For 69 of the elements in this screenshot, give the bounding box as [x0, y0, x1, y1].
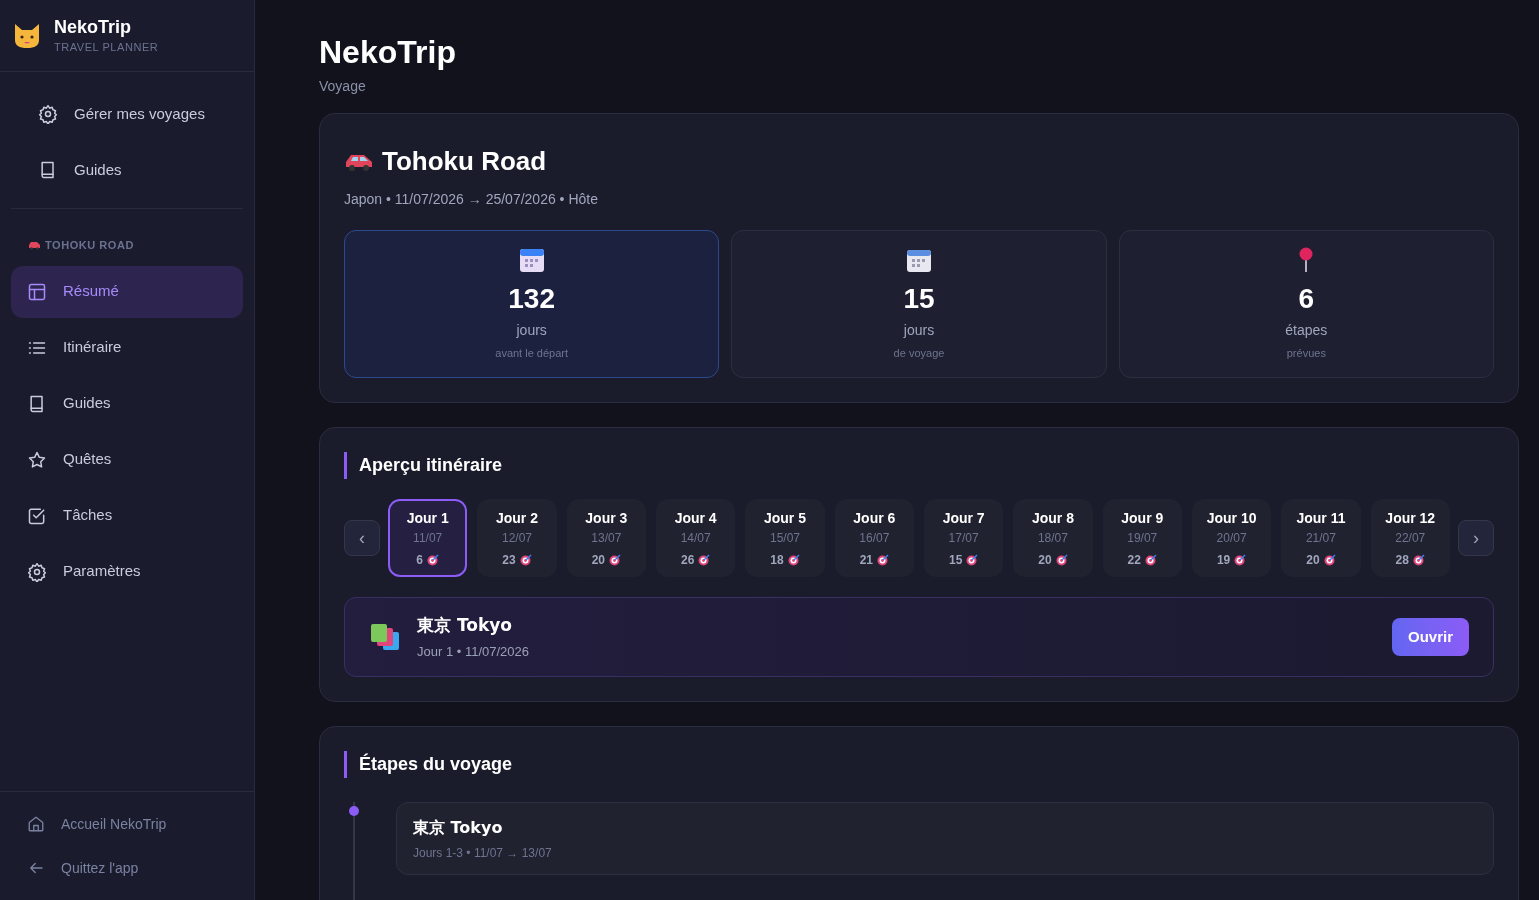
stat-value: 6 [1298, 281, 1315, 316]
target-icon [609, 553, 621, 566]
page-subtitle: Voyage [319, 77, 367, 96]
day-date: Jour 1 • 11/07/2026 [417, 643, 530, 661]
target-icon [519, 553, 532, 566]
cat-face-icon [12, 21, 42, 50]
pushpin-icon [1298, 246, 1315, 273]
day-tab[interactable]: Jour 4 14/07 26 [656, 499, 736, 577]
stat-caption: avant le départ [495, 345, 569, 361]
stage-dates: Jours 1-3 • 11/07 → 13/07 [413, 844, 553, 862]
stat-caption: de voyage [893, 345, 945, 361]
footer-link[interactable]: Accueil NekoTrip [11, 804, 243, 844]
previous-button[interactable]: ‹ [344, 520, 380, 556]
open-button[interactable]: Ouvrir [1392, 617, 1469, 657]
settings-icon [27, 561, 47, 582]
nav-item[interactable]: Paramètres [11, 545, 243, 598]
settings-icon [38, 104, 58, 124]
target-icon [787, 553, 800, 566]
section-title: Étapes du voyage [359, 752, 514, 776]
day-tab[interactable]: Jour 1 11/07 6 [388, 499, 468, 577]
day-tab[interactable]: Jour 11 21/07 20 [1281, 499, 1361, 577]
target-icon [427, 553, 439, 566]
target-icon [1323, 553, 1336, 566]
brand-name: NekoTrip [54, 16, 133, 39]
target-icon [1055, 553, 1068, 566]
nav-item[interactable]: Guides [22, 144, 232, 196]
target-icon [966, 553, 979, 566]
nav-item[interactable]: Gérer mes voyages [22, 88, 232, 140]
target-icon [698, 553, 711, 566]
footer-link[interactable]: Quittez l'app [11, 848, 243, 888]
stat-unit: étapes [1285, 320, 1328, 340]
page-title: NekoTrip [319, 33, 457, 72]
section-title: Aperçu itinéraire [359, 454, 504, 477]
day-tab[interactable]: Jour 2 12/07 23 [477, 499, 557, 577]
star-icon [27, 449, 47, 470]
day-tab[interactable]: Jour 6 16/07 21 [834, 499, 914, 577]
stat-caption: prévues [1286, 345, 1326, 361]
target-icon [877, 553, 889, 566]
target-icon [1144, 553, 1157, 566]
day-tab[interactable]: Jour 5 15/07 18 [745, 499, 825, 577]
day-tab[interactable]: Jour 7 17/07 15 [923, 499, 1004, 577]
stage-title: 東京 Tokyo [413, 816, 504, 839]
stat-unit: jours [516, 320, 547, 340]
trip-title: Tohoku Road [382, 145, 547, 178]
stat-unit: jours [903, 320, 935, 340]
nav-item[interactable]: Guides [11, 377, 243, 430]
day-tab[interactable]: Jour 12 22/07 28 [1370, 499, 1450, 577]
books-icon [369, 622, 401, 652]
stat-value: 132 [508, 281, 555, 316]
nav-item[interactable]: Itinéraire [11, 321, 243, 374]
target-icon [1234, 553, 1247, 566]
stat-value: 15 [903, 281, 935, 316]
target-icon [1412, 553, 1425, 566]
day-tab[interactable]: Jour 10 20/07 19 [1191, 499, 1272, 577]
nav-item[interactable]: Quêtes [11, 433, 243, 486]
day-destination: 東京 Tokyo [417, 613, 513, 637]
nav-item[interactable]: Tâches [11, 489, 243, 542]
day-tab[interactable]: Jour 8 18/07 20 [1013, 499, 1093, 577]
next-button[interactable]: › [1458, 520, 1494, 556]
home-icon [27, 815, 45, 833]
calendar-icon [518, 246, 545, 273]
layout-icon [27, 281, 47, 302]
trip-meta: Japon • 11/07/2026 → 25/07/2026 • Hôte [344, 190, 599, 209]
brand-tagline: TRAVEL PLANNER [54, 39, 159, 55]
day-tab[interactable]: Jour 3 13/07 20 [566, 499, 646, 577]
section-label: TOHOKU ROAD [45, 238, 134, 253]
nav-item[interactable]: Résumé [11, 265, 243, 318]
day-tab[interactable]: Jour 9 19/07 22 [1102, 499, 1182, 577]
car-icon [28, 240, 41, 250]
